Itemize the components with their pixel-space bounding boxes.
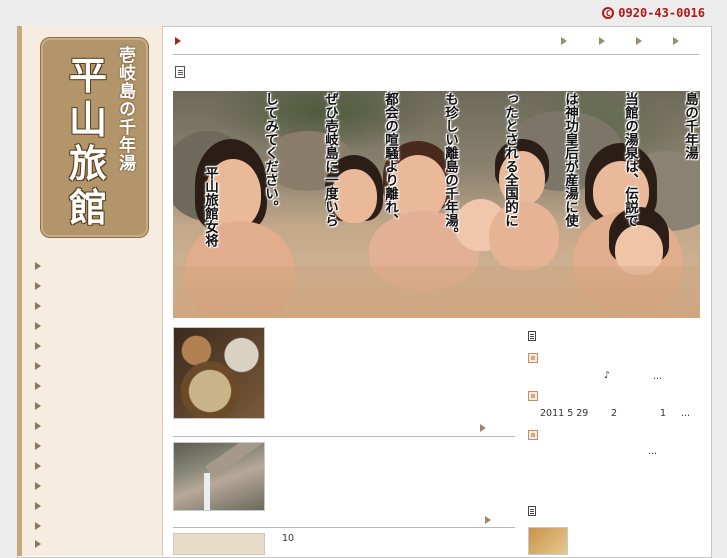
top-divider bbox=[173, 54, 699, 55]
top-nav-arrow-icon[interactable] bbox=[175, 37, 181, 45]
logo-tagline: 壱岐島の千年湯 bbox=[115, 46, 135, 172]
news-item-number: 2 bbox=[611, 408, 618, 419]
news-item-number: 1 bbox=[660, 408, 667, 419]
more-arrow-icon[interactable] bbox=[480, 424, 486, 432]
news-item-ellipsis[interactable]: ... bbox=[648, 446, 657, 457]
phone-icon: C bbox=[602, 7, 615, 19]
document-icon bbox=[175, 66, 185, 78]
sidebar-item-arrow-icon[interactable] bbox=[35, 402, 41, 410]
bottom-thumbnail[interactable] bbox=[173, 533, 265, 555]
sidebar-item-arrow-icon[interactable] bbox=[35, 262, 41, 270]
sidebar-edge bbox=[17, 26, 22, 556]
hero-line: も珍しい離島の千年湯。 bbox=[442, 92, 458, 241]
top-nav-arrow-icon[interactable] bbox=[599, 37, 605, 45]
sidebar-item-arrow-icon[interactable] bbox=[35, 442, 41, 450]
square-bullet-icon bbox=[528, 353, 538, 363]
news-item-ellipsis[interactable]: ... bbox=[681, 408, 690, 419]
sidebar-item-arrow-icon[interactable] bbox=[35, 502, 41, 510]
sidebar-item-arrow-icon[interactable] bbox=[35, 522, 41, 530]
list-icon bbox=[528, 506, 536, 516]
top-nav-arrow-icon[interactable] bbox=[673, 37, 679, 45]
news-item-ellipsis[interactable]: ... bbox=[653, 371, 662, 382]
spring-spout bbox=[205, 443, 263, 478]
hero-line: 当館の湯泉は、伝説で bbox=[622, 92, 638, 227]
hero-line: は神功皇后が産湯に使 bbox=[562, 92, 578, 227]
sidebar-item-arrow-icon[interactable] bbox=[35, 342, 41, 350]
top-nav-arrow-icon[interactable] bbox=[636, 37, 642, 45]
hero-line: ぜひ壱岐島に一度いら bbox=[322, 92, 338, 227]
hero-signature: 平山旅館女将 bbox=[202, 166, 218, 247]
sidebar-item-arrow-icon[interactable] bbox=[35, 540, 41, 548]
hero-message: 島の千年湯 当館の湯泉は、伝説で は神功皇后が産湯に使 ったとされる全国的に も… bbox=[180, 92, 727, 292]
news-item-date[interactable]: 2011 5 29 bbox=[540, 408, 588, 419]
news-item-symbol[interactable]: ♪ bbox=[604, 370, 610, 381]
top-nav-arrow-icon[interactable] bbox=[561, 37, 567, 45]
phone-number[interactable]: C 0920-43-0016 bbox=[602, 6, 705, 20]
sidebar-item-arrow-icon[interactable] bbox=[35, 282, 41, 290]
sidebar-item-arrow-icon[interactable] bbox=[35, 302, 41, 310]
food-thumbnail[interactable] bbox=[173, 327, 265, 419]
spring-thumbnail[interactable] bbox=[173, 442, 265, 511]
content-divider bbox=[173, 527, 515, 528]
square-bullet-icon bbox=[528, 430, 538, 440]
hero-line: ったとされる全国的に bbox=[502, 92, 518, 227]
sidebar-item-arrow-icon[interactable] bbox=[35, 362, 41, 370]
square-bullet-icon bbox=[528, 391, 538, 401]
hero-line: 島の千年湯 bbox=[682, 92, 698, 160]
hero-line: 都会の喧騒より離れ、 bbox=[382, 92, 398, 227]
lower-number: 10 bbox=[282, 533, 295, 544]
sidebar-item-arrow-icon[interactable] bbox=[35, 462, 41, 470]
logo[interactable]: 平山旅館 壱岐島の千年湯 bbox=[40, 37, 149, 238]
sidebar-item-arrow-icon[interactable] bbox=[35, 322, 41, 330]
hero-line: してみてください。 bbox=[262, 92, 278, 214]
spring-water bbox=[204, 473, 210, 510]
sidebar-item-arrow-icon[interactable] bbox=[35, 422, 41, 430]
sidebar-item-arrow-icon[interactable] bbox=[35, 482, 41, 490]
sidebar-item-arrow-icon[interactable] bbox=[35, 382, 41, 390]
more-arrow-icon[interactable] bbox=[485, 516, 491, 524]
phone-number-text: 0920-43-0016 bbox=[618, 6, 705, 20]
content-divider bbox=[173, 436, 515, 437]
side-thumbnail[interactable] bbox=[528, 527, 568, 555]
list-icon bbox=[528, 331, 536, 341]
